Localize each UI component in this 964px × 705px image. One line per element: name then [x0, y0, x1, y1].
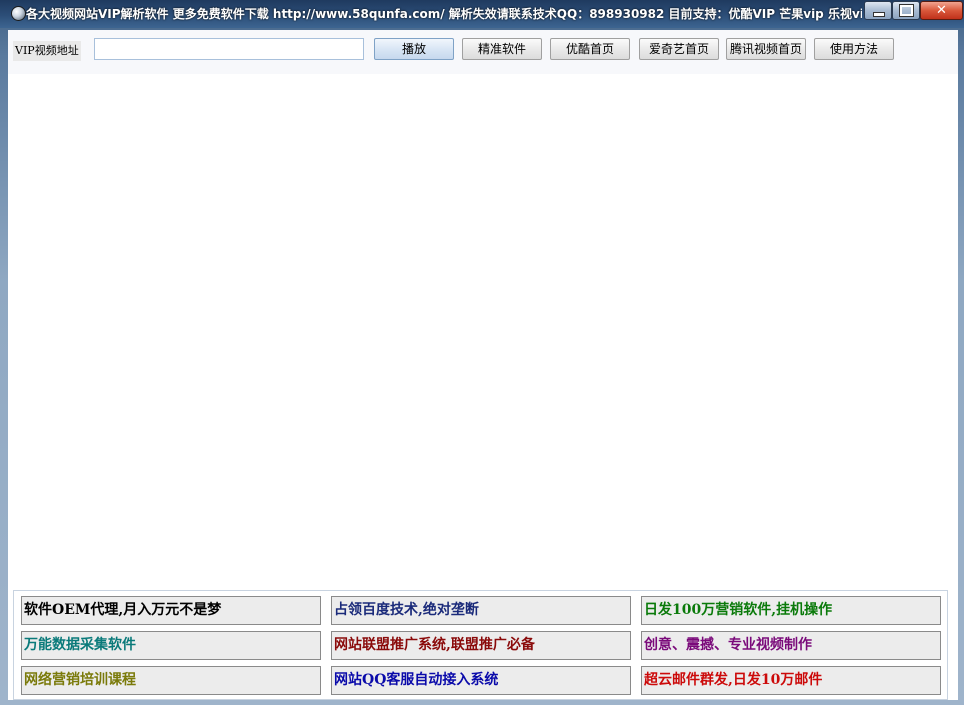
precise-software-button[interactable]: 精准软件: [462, 38, 542, 60]
play-button[interactable]: 播放: [374, 38, 454, 60]
window-frame: 各大视频网站VIP解析软件 更多免费软件下载 http://www.58qunf…: [0, 0, 964, 705]
ad-link[interactable]: 网站联盟推广系统,联盟推广必备: [331, 631, 631, 660]
window-title: 各大视频网站VIP解析软件 更多免费软件下载 http://www.58qunf…: [26, 7, 862, 21]
close-icon: ✕: [936, 3, 947, 18]
ad-link[interactable]: 网络营销培训课程: [21, 666, 321, 695]
url-input[interactable]: [94, 38, 364, 60]
ad-link[interactable]: 软件OEM代理,月入万元不是梦: [21, 596, 321, 625]
ad-link[interactable]: 创意、震撼、专业视频制作: [641, 631, 941, 660]
close-button[interactable]: ✕: [920, 1, 963, 20]
title-bar[interactable]: 各大视频网站VIP解析软件 更多免费软件下载 http://www.58qunf…: [0, 0, 964, 28]
ad-link[interactable]: 日发100万营销软件,挂机操作: [641, 596, 941, 625]
iqiyi-home-button[interactable]: 爱奇艺首页: [639, 38, 719, 60]
maximize-button[interactable]: [892, 1, 920, 20]
maximize-icon: [899, 4, 914, 17]
globe-icon: [11, 6, 26, 21]
minimize-icon: [873, 12, 885, 17]
tencent-video-home-button[interactable]: 腾讯视频首页: [726, 38, 806, 60]
ad-link[interactable]: 占领百度技术,绝对垄断: [331, 596, 631, 625]
youku-home-button[interactable]: 优酷首页: [550, 38, 630, 60]
how-to-use-button[interactable]: 使用方法: [814, 38, 894, 60]
ad-link[interactable]: 万能数据采集软件: [21, 631, 321, 660]
ad-links-panel: 软件OEM代理,月入万元不是梦 占领百度技术,绝对垄断 日发100万营销软件,挂…: [13, 590, 948, 700]
client-area: VIP视频地址 播放 精准软件 优酷首页 爱奇艺首页 腾讯视频首页 使用方法 软…: [8, 30, 958, 700]
toolbar: VIP视频地址 播放 精准软件 优酷首页 爱奇艺首页 腾讯视频首页 使用方法: [8, 30, 958, 74]
minimize-button[interactable]: [864, 1, 892, 20]
url-label: VIP视频地址: [13, 41, 81, 61]
ad-link[interactable]: 超云邮件群发,日发10万邮件: [641, 666, 941, 695]
ad-link[interactable]: 网站QQ客服自动接入系统: [331, 666, 631, 695]
